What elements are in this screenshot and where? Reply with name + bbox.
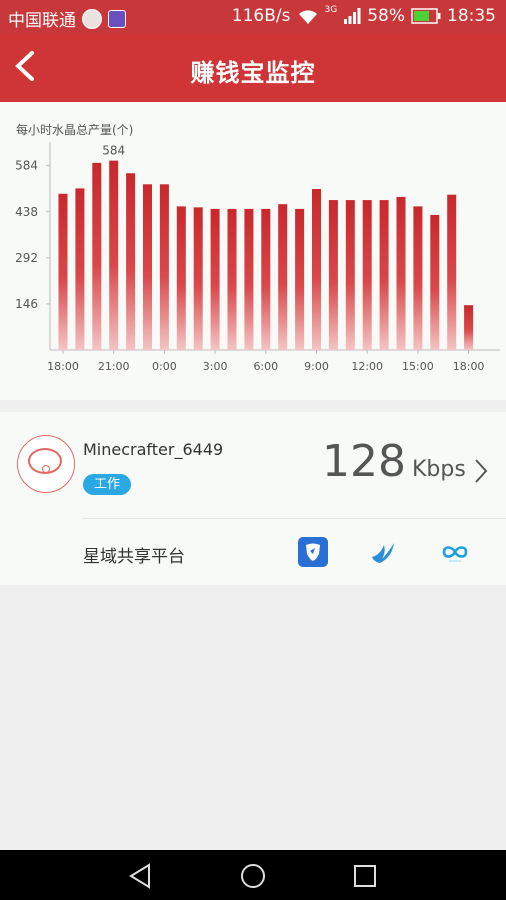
network-speed: 116B/s [231,6,291,26]
chart-bar [345,200,355,350]
battery-percent: 58% [367,6,405,26]
x-tick-label: 3:00 [203,360,228,373]
chart-bar [261,208,271,350]
crystal-output-chart: 146 292 438 584 584 18:00 21:00 0:00 3:00 6:00 9:0… [15,142,500,373]
shield-icon[interactable] [298,537,328,567]
chart-bar [193,207,203,350]
battery-icon [411,8,441,24]
chart-bar [295,208,305,350]
wifi-icon [298,10,317,24]
chart-bar [464,305,474,350]
back-triangle-icon[interactable] [127,862,155,890]
chart-bar [176,206,186,350]
device-name: Minecrafter_6449 [83,440,224,459]
x-tick-label: 18:00 [47,360,79,373]
y-tick-label: 584 [15,159,38,173]
recents-square-icon[interactable] [351,862,379,890]
x-tick-label: 9:00 [304,360,329,373]
x-tick-label: 12:00 [351,360,383,373]
x-tick-label: 21:00 [98,360,130,373]
chevron-right-icon[interactable] [474,458,488,484]
y-tick-label: 292 [15,251,38,265]
x-tick-label: 18:00 [453,360,485,373]
chart-bar [58,193,68,350]
chart-bar [413,206,423,350]
divider [83,518,506,519]
y-tick-label: 146 [15,297,38,311]
swallow-icon[interactable] [368,537,398,567]
speed-readout: 128 Kbps [322,436,466,487]
chart-bar [210,208,220,350]
chart-bar [312,189,321,350]
carrier-name: 中国联通 [8,11,76,31]
chart-bar [328,200,338,350]
speed-unit: Kbps [411,457,466,482]
chart-bar [143,184,152,350]
chart-bar [447,194,457,350]
infinity-icon[interactable] [440,537,470,567]
clock: 18:35 [447,6,496,26]
x-tick-label: 0:00 [152,360,177,373]
signal-icon [344,8,361,24]
x-tick-label: 15:00 [402,360,434,373]
device-icon [17,435,75,493]
speed-value: 128 [322,436,406,487]
chart-bar [379,200,389,350]
chart-bar [227,208,237,350]
platform-icons [0,537,506,567]
app-notification-icon [108,9,126,28]
chart-bar [396,196,406,350]
chart-bar [430,214,440,350]
y-tick-label: 438 [15,205,38,219]
chart-bar [159,184,169,350]
network-type: 3G [324,5,338,15]
x-tick-label: 6:00 [253,360,278,373]
max-value-label: 584 [102,144,125,158]
chart-bar [244,208,254,350]
avatar-icon [82,8,102,29]
chart-bar [278,204,288,350]
chart-bar [92,162,102,350]
chart-bar [109,160,119,350]
system-nav-bar [0,850,506,900]
chart-bar [75,188,85,350]
home-circle-icon[interactable] [239,862,267,890]
status-badge: 工作 [83,474,131,495]
page-title: 赚钱宝监控 [190,59,316,87]
chart-bar [126,173,136,350]
app-bar: 赚钱宝监控 [0,34,506,102]
chart-bar [362,200,372,350]
status-bar: 中国联通 116B/s 3G 58% 18:35 [0,0,506,34]
